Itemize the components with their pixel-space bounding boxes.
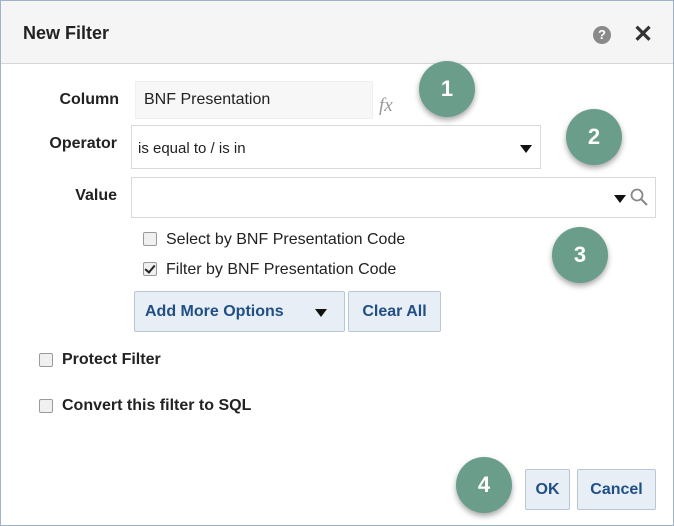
callout-badge: 3 bbox=[552, 227, 608, 283]
fx-icon[interactable]: fx bbox=[379, 95, 393, 117]
select-by-code-checkbox[interactable] bbox=[143, 232, 157, 246]
operator-value: is equal to / is in bbox=[138, 140, 246, 157]
filter-by-code-label: Filter by BNF Presentation Code bbox=[166, 261, 397, 278]
select-by-code-label: Select by BNF Presentation Code bbox=[166, 231, 406, 248]
protect-filter-checkbox[interactable] bbox=[39, 353, 53, 367]
add-more-options-label: Add More Options bbox=[145, 303, 284, 320]
callout-badge: 1 bbox=[419, 61, 475, 117]
ok-button[interactable]: OK bbox=[525, 469, 570, 510]
column-label: Column bbox=[59, 91, 119, 108]
operator-label: Operator bbox=[49, 135, 117, 152]
column-field: BNF Presentation bbox=[135, 81, 373, 119]
protect-filter-label: Protect Filter bbox=[62, 351, 161, 368]
convert-sql-checkbox[interactable] bbox=[39, 399, 53, 413]
cancel-button[interactable]: Cancel bbox=[577, 469, 656, 510]
help-icon[interactable]: ? bbox=[593, 26, 611, 44]
filter-by-code-checkbox[interactable] bbox=[143, 262, 157, 276]
chevron-down-icon bbox=[315, 309, 327, 317]
close-icon[interactable]: ✕ bbox=[633, 20, 653, 49]
chevron-down-icon bbox=[520, 145, 532, 153]
search-icon[interactable] bbox=[629, 187, 649, 207]
dialog-titlebar: New Filter ? ✕ bbox=[1, 1, 673, 64]
chevron-down-icon[interactable] bbox=[614, 195, 626, 203]
column-value: BNF Presentation bbox=[144, 91, 271, 108]
new-filter-dialog: New Filter ? ✕ Column BNF Presentation f… bbox=[0, 0, 674, 526]
dialog-title: New Filter bbox=[23, 23, 110, 43]
add-more-options-button[interactable]: Add More Options bbox=[134, 291, 345, 332]
callout-badge: 2 bbox=[566, 109, 622, 165]
clear-all-button[interactable]: Clear All bbox=[348, 291, 441, 332]
convert-sql-label: Convert this filter to SQL bbox=[62, 397, 252, 414]
operator-select[interactable]: is equal to / is in bbox=[131, 125, 541, 169]
value-input[interactable] bbox=[131, 177, 656, 218]
callout-badge: 4 bbox=[456, 457, 512, 513]
value-label: Value bbox=[75, 187, 117, 204]
